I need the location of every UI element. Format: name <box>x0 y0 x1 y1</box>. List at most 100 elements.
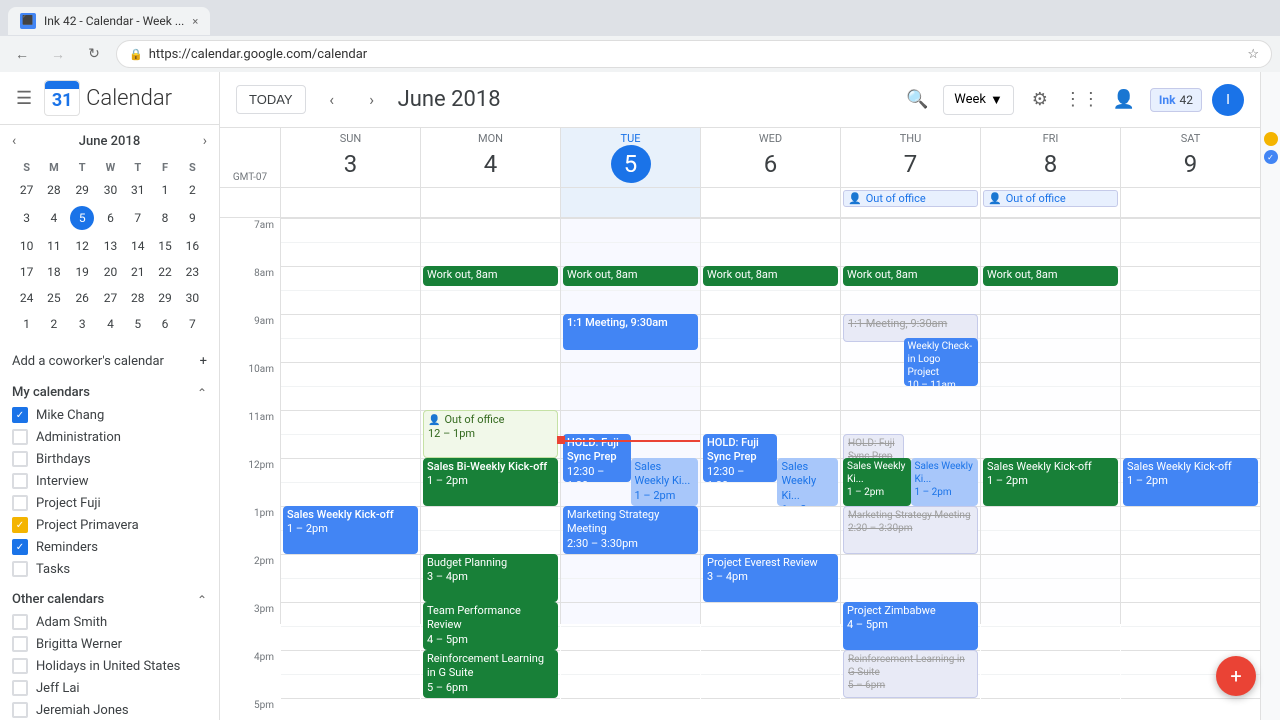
mini-cal-day[interactable]: 14 <box>125 234 150 258</box>
mini-cal-day[interactable]: 3 <box>14 204 39 232</box>
event-thu-sales-kick[interactable]: Sales Weekly Ki... 1 – 2pm <box>843 458 911 506</box>
event-sun-sales[interactable]: Sales Weekly Kick-off 1 – 2pm <box>283 506 418 554</box>
mini-cal-day[interactable]: 30 <box>98 178 123 202</box>
mini-cal-day[interactable]: 12 <box>69 234 96 258</box>
cal-item-holidays[interactable]: Holidays in United States <box>0 655 219 677</box>
create-event-fab[interactable]: + <box>1216 656 1256 696</box>
other-calendars-header[interactable]: Other calendars ⌃ <box>0 588 219 611</box>
day-col-sat[interactable]: Sales Weekly Kick-off 1 – 2pm <box>1120 218 1260 624</box>
mini-cal-day[interactable]: 17 <box>14 260 39 284</box>
cal-checkbox-brigitta[interactable] <box>12 636 28 652</box>
cal-item-brigitta[interactable]: Brigitta Werner <box>0 633 219 655</box>
mini-cal-day[interactable]: 4 <box>98 312 123 336</box>
mini-cal-day[interactable]: 1 <box>152 178 177 202</box>
cal-checkbox-interview[interactable] <box>12 473 28 489</box>
day-col-tue[interactable]: Work out, 8am 1:1 Meeting, 9:30am HOLD: … <box>560 218 700 624</box>
mini-cal-day[interactable]: 30 <box>180 286 205 310</box>
cal-checkbox-primavera[interactable]: ✓ <box>12 517 28 533</box>
allday-event-fri[interactable]: 👤 Out of office <box>983 190 1118 207</box>
cal-checkbox-mike[interactable]: ✓ <box>12 407 28 423</box>
event-mon-workout[interactable]: Work out, 8am <box>423 266 558 286</box>
mini-cal-day[interactable]: 24 <box>14 286 39 310</box>
cal-checkbox-jeremiah[interactable] <box>12 702 28 718</box>
day-col-mon[interactable]: Work out, 8am 👤 Out of office 12 – 1pm S… <box>420 218 560 624</box>
event-thu-logo[interactable]: Weekly Check-in Logo Project 10 – 11am <box>904 338 978 386</box>
mini-cal-day[interactable]: 16 <box>180 234 205 258</box>
search-btn[interactable]: 🔍 <box>901 84 933 116</box>
mini-cal-day[interactable]: 7 <box>180 312 205 336</box>
mini-cal-day[interactable]: 20 <box>98 260 123 284</box>
cal-item-interview[interactable]: Interview <box>0 470 219 492</box>
mini-cal-day[interactable]: 13 <box>98 234 123 258</box>
mini-cal-day[interactable]: 19 <box>69 260 96 284</box>
cal-checkbox-birthdays[interactable] <box>12 451 28 467</box>
cal-checkbox-tasks[interactable] <box>12 561 28 577</box>
day-col-sun[interactable]: Sales Weekly Kick-off 1 – 2pm <box>280 218 420 624</box>
mini-cal-day[interactable]: 25 <box>41 286 66 310</box>
today-button[interactable]: TODAY <box>236 85 306 114</box>
my-calendars-header[interactable]: My calendars ⌃ <box>0 381 219 404</box>
cal-item-reminders[interactable]: ✓ Reminders <box>0 536 219 558</box>
allday-event-thu[interactable]: 👤 Out of office <box>843 190 978 207</box>
event-thu-marketing-strike[interactable]: Marketing Strategy Meeting 2:30 – 3:30pm <box>843 506 978 554</box>
mini-cal-day[interactable]: 9 <box>180 204 205 232</box>
event-fri-workout[interactable]: Work out, 8am <box>983 266 1118 286</box>
cal-checkbox-holidays[interactable] <box>12 658 28 674</box>
mini-cal-day[interactable]: 26 <box>69 286 96 310</box>
tab-close-btn[interactable]: × <box>192 15 198 28</box>
mini-cal-day[interactable]: 8 <box>152 204 177 232</box>
mini-cal-day[interactable]: 10 <box>14 234 39 258</box>
event-thu-workout[interactable]: Work out, 8am <box>843 266 978 286</box>
event-tue-1on1[interactable]: 1:1 Meeting, 9:30am <box>563 314 698 350</box>
address-bar[interactable]: 🔒 https://calendar.google.com/calendar ☆ <box>116 40 1272 68</box>
cal-item-project-fuji[interactable]: Project Fuji <box>0 492 219 514</box>
day-col-fri[interactable]: Work out, 8am Sales Weekly Kick-off 1 – … <box>980 218 1120 624</box>
event-tue-marketing[interactable]: Marketing Strategy Meeting 2:30 – 3:30pm <box>563 506 698 554</box>
event-wed-fuji[interactable]: HOLD: Fuji Sync Prep 12:30 – 1:30pm <box>703 434 777 482</box>
cal-item-project-primavera[interactable]: ✓ Project Primavera <box>0 514 219 536</box>
mini-cal-day[interactable]: 18 <box>41 260 66 284</box>
mini-cal-day[interactable]: 6 <box>152 312 177 336</box>
mini-cal-day[interactable]: 23 <box>180 260 205 284</box>
settings-btn[interactable]: ⚙ <box>1024 84 1056 116</box>
cal-item-birthdays[interactable]: Birthdays <box>0 448 219 470</box>
browser-tab[interactable]: ⬛ Ink 42 - Calendar - Week ... × <box>8 7 210 35</box>
mini-cal-day[interactable]: 11 <box>41 234 66 258</box>
mini-cal-day[interactable]: 21 <box>125 260 150 284</box>
event-wed-sales[interactable]: Sales Weekly Ki... 1 – 2pm <box>777 458 838 506</box>
mini-cal-day[interactable]: 28 <box>125 286 150 310</box>
add-coworker-btn[interactable]: Add a coworker's calendar + <box>0 346 219 377</box>
mini-cal-day[interactable]: 29 <box>69 178 96 202</box>
event-sat-sales[interactable]: Sales Weekly Kick-off 1 – 2pm <box>1123 458 1258 506</box>
event-wed-workout[interactable]: Work out, 8am <box>703 266 838 286</box>
event-thu-rl-strike[interactable]: Reinforcement Learning in G Suite 5 – 6p… <box>843 650 978 698</box>
mini-cal-day[interactable]: 5 <box>69 204 96 232</box>
mini-cal-day[interactable]: 3 <box>69 312 96 336</box>
mini-cal-day[interactable]: 29 <box>152 286 177 310</box>
event-mon-ooo[interactable]: 👤 Out of office 12 – 1pm <box>423 410 558 458</box>
mini-cal-next[interactable]: › <box>203 133 207 149</box>
mini-cal-prev[interactable]: ‹ <box>12 133 16 149</box>
mini-cal-day[interactable]: 27 <box>14 178 39 202</box>
mini-cal-day[interactable]: 22 <box>152 260 177 284</box>
cal-checkbox-fuji[interactable] <box>12 495 28 511</box>
cal-item-jeff[interactable]: Jeff Lai <box>0 677 219 699</box>
cal-checkbox-admin[interactable] <box>12 429 28 445</box>
event-mon-budget[interactable]: Budget Planning 3 – 4pm <box>423 554 558 602</box>
mini-cal-day[interactable]: 6 <box>98 204 123 232</box>
mini-cal-day[interactable]: 7 <box>125 204 150 232</box>
user-avatar[interactable]: I <box>1212 84 1244 116</box>
mini-cal-day[interactable]: 31 <box>125 178 150 202</box>
mini-cal-day[interactable]: 28 <box>41 178 66 202</box>
bookmark-icon[interactable]: ☆ <box>1247 47 1259 62</box>
event-mon-perf[interactable]: Team Performance Review 4 – 5pm <box>423 602 558 650</box>
event-thu-zimbabwe[interactable]: Project Zimbabwe 4 – 5pm <box>843 602 978 650</box>
event-mon-salesbi[interactable]: Sales Bi-Weekly Kick-off 1 – 2pm <box>423 458 558 506</box>
event-fri-sales[interactable]: Sales Weekly Kick-off 1 – 2pm <box>983 458 1118 506</box>
cal-item-tasks[interactable]: Tasks <box>0 558 219 580</box>
mini-cal-day[interactable]: 4 <box>41 204 66 232</box>
refresh-btn[interactable]: ↻ <box>80 40 108 68</box>
day-col-thu[interactable]: Work out, 8am 1:1 Meeting, 9:30am Weekly… <box>840 218 980 624</box>
cal-checkbox-adam[interactable] <box>12 614 28 630</box>
event-tue-workout[interactable]: Work out, 8am <box>563 266 698 286</box>
